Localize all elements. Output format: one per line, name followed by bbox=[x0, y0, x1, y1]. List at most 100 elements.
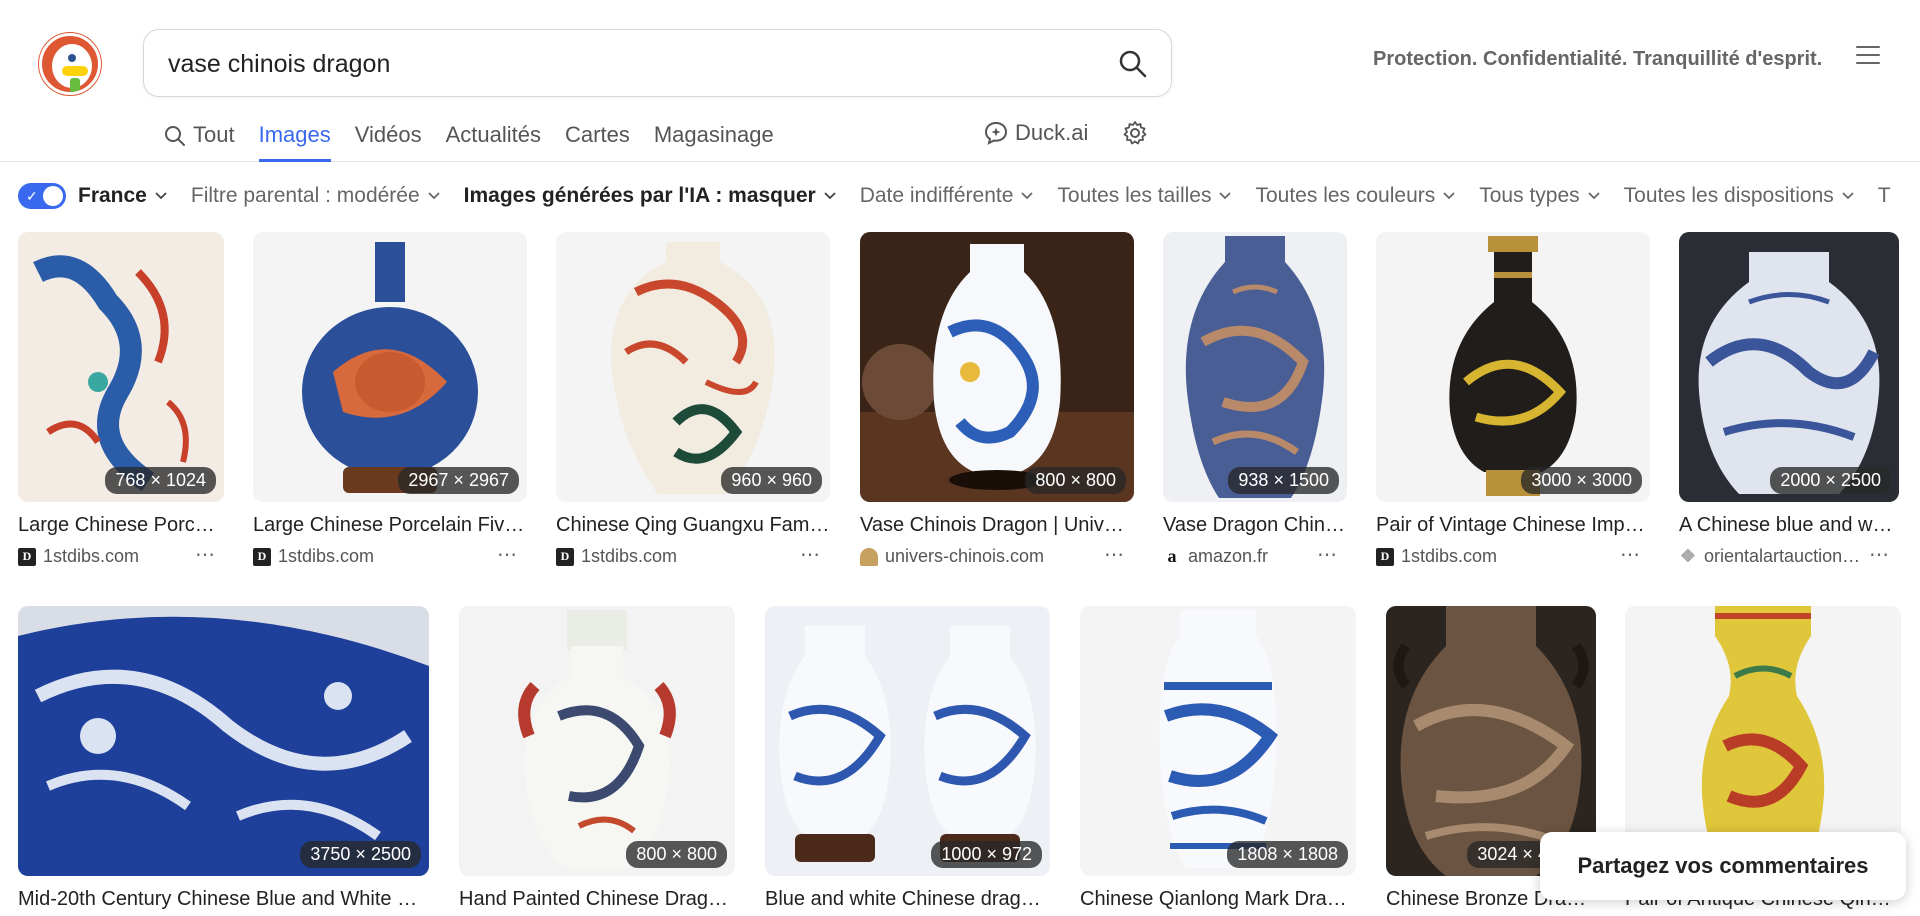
result-thumbnail[interactable]: 2000 × 2500 bbox=[1679, 232, 1899, 502]
source-label: 1stdibs.com bbox=[581, 546, 678, 566]
result-title[interactable]: Chinese Qianlong Mark Dragon Vase bbox=[1080, 888, 1356, 911]
result-thumbnail[interactable]: 800 × 800 bbox=[459, 606, 735, 876]
chevron-down-icon bbox=[428, 192, 440, 200]
more-options-icon[interactable]: ⋯ bbox=[1620, 542, 1641, 567]
image-dimensions: 3750 × 2500 bbox=[300, 841, 421, 868]
tab-cartes[interactable]: Cartes bbox=[565, 114, 630, 162]
tab-actualites[interactable]: Actualités bbox=[446, 114, 541, 162]
result-thumbnail[interactable]: 3000 × 3000 bbox=[1376, 232, 1650, 502]
result-thumbnail[interactable]: 938 × 1500 bbox=[1163, 232, 1347, 502]
chevron-down-icon bbox=[824, 192, 836, 200]
source-label: amazon.fr bbox=[1188, 546, 1269, 566]
duckduckgo-logo-icon[interactable] bbox=[39, 33, 101, 95]
parental-filter[interactable]: Filtre parental : modérée bbox=[191, 184, 440, 208]
source-label: orientalartauctions.com bbox=[1704, 546, 1864, 566]
privacy-tagline: Protection. Confidentialité. Tranquillit… bbox=[1373, 48, 1823, 70]
size-filter[interactable]: Toutes les tailles bbox=[1057, 184, 1232, 208]
more-options-icon[interactable]: ⋯ bbox=[497, 542, 518, 567]
duckai-label: Duck.ai bbox=[1015, 120, 1089, 145]
search-input[interactable] bbox=[168, 44, 1068, 84]
search-box bbox=[143, 29, 1172, 97]
type-filter[interactable]: Tous types bbox=[1479, 184, 1600, 208]
result-thumbnail[interactable]: 3750 × 2500 bbox=[18, 606, 429, 876]
more-options-icon[interactable]: ⋯ bbox=[1869, 542, 1890, 567]
filter-label: Filtre parental : modérée bbox=[190, 184, 420, 207]
tab-tout[interactable]: Tout bbox=[163, 114, 235, 162]
tab-images[interactable]: Images bbox=[258, 114, 331, 162]
result-source[interactable]: D 1stdibs.com bbox=[1376, 546, 1497, 567]
more-filter[interactable]: T bbox=[1878, 184, 1891, 208]
result-source[interactable]: ❖ orientalartauctions.com bbox=[1679, 546, 1864, 567]
1stdibs-favicon-icon: D bbox=[253, 547, 271, 566]
duckai-link[interactable]: Duck.ai bbox=[983, 120, 1088, 146]
layout-filter[interactable]: Toutes les dispositions bbox=[1624, 184, 1854, 208]
color-filter[interactable]: Toutes les couleurs bbox=[1255, 184, 1455, 208]
1stdibs-favicon-icon: D bbox=[18, 547, 36, 566]
chevron-down-icon bbox=[1219, 192, 1232, 200]
source-label: univers-chinois.com bbox=[885, 546, 1045, 566]
result-thumbnail[interactable]: 1000 × 972 bbox=[765, 606, 1050, 876]
region-filter[interactable]: France bbox=[78, 184, 167, 208]
settings-gear-icon[interactable] bbox=[1122, 120, 1148, 146]
chevron-down-icon bbox=[155, 192, 167, 200]
ai-images-filter[interactable]: Images générées par l'IA : masquer bbox=[464, 184, 836, 208]
image-dimensions: 1000 × 972 bbox=[931, 841, 1042, 868]
result-thumbnail[interactable]: 1808 × 1808 bbox=[1080, 606, 1356, 876]
chevron-down-icon bbox=[1588, 192, 1600, 200]
result-title[interactable]: Hand Painted Chinese Dragon Vase bbox=[459, 888, 735, 911]
result-title[interactable]: Chinese Qing Guangxu Famille Rose Dragon… bbox=[556, 514, 830, 537]
amazon-favicon-icon: a bbox=[1167, 546, 1177, 566]
filter-label: Date indifférente bbox=[859, 184, 1014, 207]
result-title[interactable]: Vase Dragon Chinois bbox=[1163, 514, 1347, 537]
search-icon bbox=[165, 126, 185, 146]
tab-label: Images bbox=[258, 122, 331, 147]
more-options-icon[interactable]: ⋯ bbox=[195, 542, 216, 567]
filter-label: Toutes les couleurs bbox=[1255, 184, 1436, 207]
tab-label: Actualités bbox=[445, 122, 542, 147]
source-label: 1stdibs.com bbox=[278, 546, 375, 566]
filter-label: France bbox=[78, 184, 147, 207]
search-icon[interactable] bbox=[1117, 48, 1149, 80]
result-source[interactable]: D 1stdibs.com bbox=[18, 546, 139, 567]
result-source[interactable]: a amazon.fr bbox=[1163, 546, 1269, 567]
result-title[interactable]: Large Chinese Porcelain Famille Rose Dra… bbox=[18, 514, 224, 537]
tab-label: Magasinage bbox=[653, 122, 774, 147]
image-dimensions: 800 × 800 bbox=[1025, 467, 1126, 494]
result-title[interactable]: Vase Chinois Dragon | Univers Chinois bbox=[860, 514, 1134, 537]
result-thumbnail[interactable]: 2967 × 2967 bbox=[253, 232, 527, 502]
date-filter[interactable]: Date indifférente bbox=[860, 184, 1034, 208]
image-dimensions: 768 × 1024 bbox=[105, 467, 216, 494]
tab-videos[interactable]: Vidéos bbox=[355, 114, 422, 162]
result-thumbnail[interactable]: 960 × 960 bbox=[556, 232, 830, 502]
result-source[interactable]: univers-chinois.com bbox=[860, 546, 1044, 567]
more-options-icon[interactable]: ⋯ bbox=[800, 542, 821, 567]
image-dimensions: 1808 × 1808 bbox=[1227, 841, 1348, 868]
feedback-button[interactable]: Partagez vos commentaires bbox=[1540, 832, 1906, 900]
filter-label: Toutes les tailles bbox=[1057, 184, 1212, 207]
more-options-icon[interactable]: ⋯ bbox=[1104, 542, 1125, 567]
image-dimensions: 2967 × 2967 bbox=[398, 467, 519, 494]
menu-icon[interactable] bbox=[1856, 46, 1880, 68]
result-thumbnail[interactable]: 800 × 800 bbox=[860, 232, 1134, 502]
univers-chinois-favicon-icon bbox=[860, 547, 878, 566]
result-source[interactable]: D 1stdibs.com bbox=[556, 546, 677, 567]
result-title[interactable]: Mid-20th Century Chinese Blue and White … bbox=[18, 888, 429, 911]
more-options-icon[interactable]: ⋯ bbox=[1317, 542, 1338, 567]
image-dimensions: 800 × 800 bbox=[626, 841, 727, 868]
region-toggle[interactable]: ✓ bbox=[18, 183, 66, 209]
filter-label: Images générées par l'IA : masquer bbox=[463, 184, 816, 207]
tab-label: Cartes bbox=[565, 122, 630, 147]
source-label: 1stdibs.com bbox=[1401, 546, 1498, 566]
filter-label: Tous types bbox=[1479, 184, 1580, 207]
result-title[interactable]: Large Chinese Porcelain Five Claw Dragon… bbox=[253, 514, 527, 537]
chevron-down-icon bbox=[1842, 192, 1854, 200]
result-title[interactable]: Pair of Vintage Chinese Imperial Cloison… bbox=[1376, 514, 1650, 537]
1stdibs-favicon-icon: D bbox=[556, 547, 574, 566]
tab-magasinage[interactable]: Magasinage bbox=[654, 114, 774, 162]
filter-label: Toutes les dispositions bbox=[1623, 184, 1834, 207]
tab-label: Tout bbox=[193, 122, 235, 147]
result-title[interactable]: A Chinese blue and white dragon jar bbox=[1679, 514, 1899, 537]
result-thumbnail[interactable]: 768 × 1024 bbox=[18, 232, 224, 502]
result-source[interactable]: D 1stdibs.com bbox=[253, 546, 374, 567]
result-title[interactable]: Blue and white Chinese dragon vases bbox=[765, 888, 1050, 911]
